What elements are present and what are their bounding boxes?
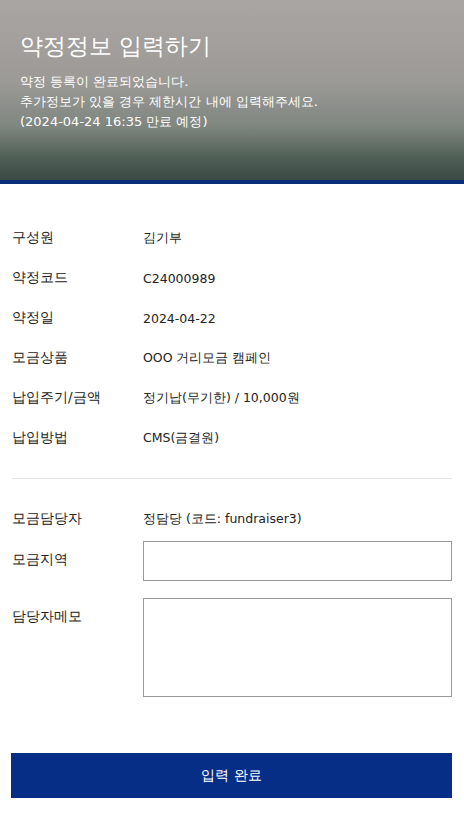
message-line: (2024-04-24 16:35 만료 예정) bbox=[20, 112, 444, 132]
header-message: 약정 등록이 완료되었습니다.추가정보가 있을 경우 제한시간 내에 입력해주세… bbox=[20, 72, 444, 132]
form-section: 모금담당자정담당 (코드: fundraiser3)모금지역담당자메모 bbox=[0, 499, 464, 697]
staff-label: 모금담당자 bbox=[12, 510, 143, 528]
field-label: 모금지역 bbox=[12, 541, 143, 569]
submit-button[interactable]: 입력 완료 bbox=[11, 753, 452, 798]
info-value: OOO 거리모금 캠페인 bbox=[143, 350, 452, 367]
info-row: 납입방법CMS(금결원) bbox=[12, 418, 452, 458]
info-row: 구성원김기부 bbox=[12, 218, 452, 258]
info-value: 2024-04-22 bbox=[143, 311, 452, 326]
staff-row: 모금담당자정담당 (코드: fundraiser3) bbox=[12, 499, 452, 539]
info-label: 납입주기/금액 bbox=[12, 389, 143, 407]
info-value: C24000989 bbox=[143, 271, 452, 286]
info-value: CMS(금결원) bbox=[143, 430, 452, 447]
info-label: 약정코드 bbox=[12, 269, 143, 287]
page-title: 약정정보 입력하기 bbox=[20, 30, 444, 62]
info-label: 구성원 bbox=[12, 229, 143, 247]
info-label: 약정일 bbox=[12, 309, 143, 327]
header-banner: 약정정보 입력하기약정 등록이 완료되었습니다.추가정보가 있을 경우 제한시간… bbox=[0, 0, 464, 184]
divider bbox=[12, 478, 452, 479]
form-row: 담당자메모 bbox=[12, 598, 452, 697]
info-row: 약정일2024-04-22 bbox=[12, 298, 452, 338]
info-list: 구성원김기부약정코드C24000989약정일2024-04-22모금상품OOO … bbox=[0, 218, 464, 458]
info-row: 납입주기/금액정기납(무기한) / 10,000원 bbox=[12, 378, 452, 418]
info-label: 모금상품 bbox=[12, 349, 143, 367]
info-label: 납입방법 bbox=[12, 429, 143, 447]
field-label: 담당자메모 bbox=[12, 598, 143, 626]
message-line: 약정 등록이 완료되었습니다. bbox=[20, 72, 444, 92]
info-row: 모금상품OOO 거리모금 캠페인 bbox=[12, 338, 452, 378]
info-value: 김기부 bbox=[143, 230, 452, 247]
info-value: 정기납(무기한) / 10,000원 bbox=[143, 390, 452, 407]
region-input[interactable] bbox=[143, 541, 452, 581]
form-row: 모금지역 bbox=[12, 541, 452, 581]
info-row: 약정코드C24000989 bbox=[12, 258, 452, 298]
message-line: 추가정보가 있을 경우 제한시간 내에 입력해주세요. bbox=[20, 92, 444, 112]
staff-value: 정담당 (코드: fundraiser3) bbox=[143, 511, 452, 528]
memo-textarea[interactable] bbox=[143, 598, 452, 697]
